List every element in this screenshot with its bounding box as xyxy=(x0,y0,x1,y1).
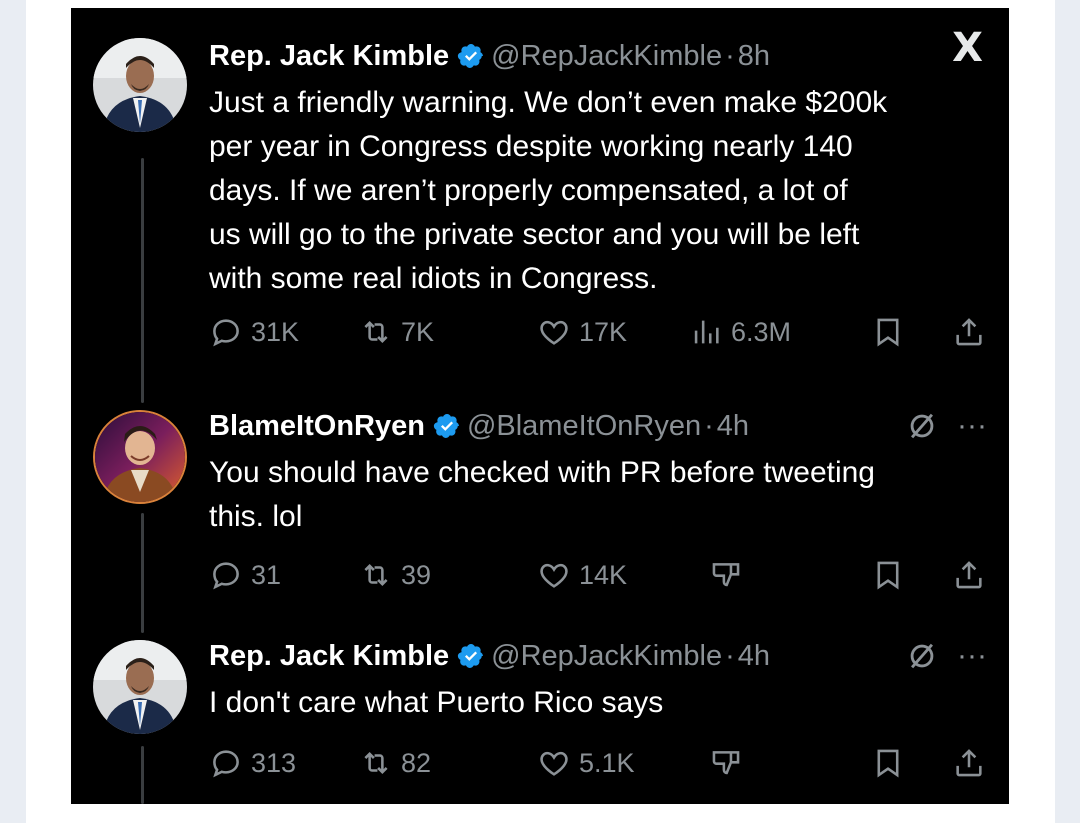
retweet-icon xyxy=(364,320,388,344)
reply-count: 31K xyxy=(251,316,300,347)
bookmark-button[interactable] xyxy=(871,743,905,783)
reply-icon xyxy=(213,562,239,590)
tweet-text: Just a friendly warning. We don’t even m… xyxy=(209,86,888,295)
grok-icon[interactable] xyxy=(905,639,939,673)
bookmark-button[interactable] xyxy=(871,555,905,595)
more-icon[interactable]: ··· xyxy=(957,409,987,443)
share-button[interactable] xyxy=(952,743,986,783)
tweet-corner-actions: ··· xyxy=(905,638,987,674)
retweet-icon xyxy=(364,751,388,775)
reply-button[interactable]: 31 xyxy=(209,555,281,595)
like-count: 14K xyxy=(579,559,628,590)
timestamp[interactable]: 4h xyxy=(717,410,749,443)
like-button[interactable]: 5.1K xyxy=(537,743,635,783)
user-handle[interactable]: @BlameItOnRyen xyxy=(467,410,701,443)
share-button[interactable] xyxy=(952,312,986,352)
x-logo-icon: X xyxy=(952,25,983,71)
retweet-button[interactable]: 7K xyxy=(359,312,434,352)
like-count: 17K xyxy=(579,316,628,347)
share-icon xyxy=(956,318,982,346)
like-count: 5.1K xyxy=(579,747,635,778)
tweet-header: Rep. Jack Kimble @RepJackKimble · 4h xyxy=(209,638,770,674)
verified-badge-icon xyxy=(433,414,459,438)
tweet-header: BlameItOnRyen @BlameItOnRyen · 4h xyxy=(209,408,749,444)
tweet-header: Rep. Jack Kimble @RepJackKimble · 8h xyxy=(209,38,770,74)
share-icon xyxy=(956,561,982,589)
verified-badge-icon xyxy=(458,44,484,68)
avatar-image xyxy=(93,38,187,132)
heart-icon xyxy=(540,320,568,345)
heart-icon xyxy=(540,563,568,588)
thumbs-down-icon xyxy=(712,751,740,775)
like-button[interactable]: 17K xyxy=(537,312,627,352)
reply-button[interactable]: 313 xyxy=(209,743,296,783)
separator-dot: · xyxy=(704,409,714,442)
view-count: 6.3M xyxy=(731,316,792,347)
more-icon[interactable]: ··· xyxy=(957,639,987,673)
heart-icon xyxy=(540,751,568,776)
share-button[interactable] xyxy=(952,555,986,595)
bookmark-icon xyxy=(877,318,899,347)
display-name[interactable]: BlameItOnRyen xyxy=(209,410,425,443)
share-icon xyxy=(956,749,982,777)
tweet-corner-actions: ··· xyxy=(905,408,987,444)
grok-icon[interactable] xyxy=(905,409,939,443)
separator-dot: · xyxy=(725,39,735,72)
avatar[interactable] xyxy=(93,38,187,132)
views-button[interactable]: 6.3M xyxy=(689,312,791,352)
bookmark-icon xyxy=(877,561,899,590)
avatar[interactable] xyxy=(93,640,187,734)
bookmark-icon xyxy=(877,749,899,778)
timestamp[interactable]: 8h xyxy=(738,40,770,73)
tweet-thread-screenshot: Rep. Jack Kimble @RepJackKimble · 8h X J… xyxy=(71,8,1009,804)
display-name[interactable]: Rep. Jack Kimble xyxy=(209,40,449,73)
avatar[interactable] xyxy=(93,410,187,504)
tweet-2[interactable]: BlameItOnRyen @BlameItOnRyen · 4h ··· Yo… xyxy=(71,388,1009,618)
reply-icon xyxy=(213,319,239,347)
separator-dot: · xyxy=(725,639,735,672)
reply-count: 31 xyxy=(251,559,282,590)
timestamp[interactable]: 4h xyxy=(738,640,770,673)
tweet-1[interactable]: Rep. Jack Kimble @RepJackKimble · 8h X J… xyxy=(71,8,1009,388)
tweet-actions: 31K 7K 17K 6.3M xyxy=(209,312,989,352)
reply-icon xyxy=(213,750,239,778)
tweet-text: You should have checked with PR before t… xyxy=(209,456,875,533)
tweet-text: I don't care what Puerto Rico says xyxy=(209,686,664,719)
tweet-3[interactable]: Rep. Jack Kimble @RepJackKimble · 4h ···… xyxy=(71,618,1009,804)
tweet-actions: 31 39 14K xyxy=(209,555,989,595)
avatar-image xyxy=(95,412,185,502)
user-handle[interactable]: @RepJackKimble xyxy=(491,640,722,673)
retweet-count: 39 xyxy=(401,559,432,590)
user-handle[interactable]: @RepJackKimble xyxy=(491,40,722,73)
reply-button[interactable]: 31K xyxy=(209,312,299,352)
retweet-button[interactable]: 82 xyxy=(359,743,431,783)
retweet-icon xyxy=(364,563,388,587)
retweet-count: 82 xyxy=(401,747,432,778)
avatar-image xyxy=(93,640,187,734)
retweet-button[interactable]: 39 xyxy=(359,555,431,595)
thumbs-down-icon xyxy=(712,563,740,587)
reply-count: 313 xyxy=(251,747,297,778)
dislike-button[interactable] xyxy=(709,743,743,783)
tweet-actions: 313 82 5.1K xyxy=(209,743,989,783)
display-name[interactable]: Rep. Jack Kimble xyxy=(209,640,449,673)
bookmark-button[interactable] xyxy=(871,312,905,352)
verified-badge-icon xyxy=(458,644,484,668)
like-button[interactable]: 14K xyxy=(537,555,627,595)
dislike-button[interactable] xyxy=(709,555,743,595)
views-icon xyxy=(694,320,719,344)
retweet-count: 7K xyxy=(401,316,435,347)
